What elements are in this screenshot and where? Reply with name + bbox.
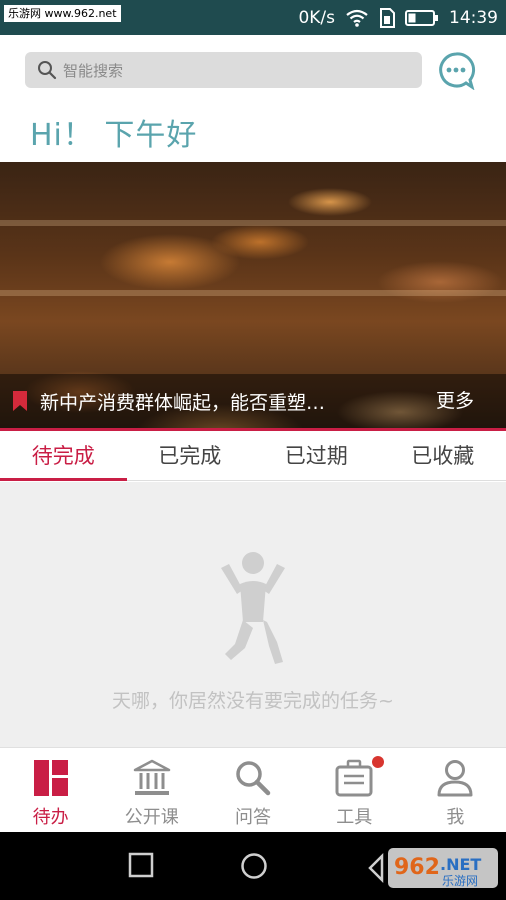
banner-image-detail <box>0 290 506 296</box>
cheering-person-icon <box>221 552 285 664</box>
toolbox-icon <box>335 759 373 797</box>
recent-apps-icon[interactable] <box>128 852 154 878</box>
watermark-number: 962 <box>394 855 440 880</box>
institution-icon <box>133 759 171 795</box>
battery-icon <box>405 9 438 26</box>
banner-image-detail <box>0 220 506 226</box>
sim-card-icon <box>380 7 395 28</box>
nav-me[interactable]: 我 <box>405 748 506 832</box>
status-indicators: 0K/s 14:39 <box>298 0 498 35</box>
task-tabs: 待完成 已完成 已过期 已收藏 <box>0 431 506 481</box>
nav-open-course[interactable]: 公开课 <box>101 748 202 832</box>
nav-label: 我 <box>446 807 465 828</box>
nav-label: 待办 <box>32 807 69 828</box>
nav-label: 问答 <box>235 807 271 828</box>
more-link[interactable]: 更多 <box>436 374 474 428</box>
chat-icon[interactable] <box>436 50 476 90</box>
tab-completed[interactable]: 已完成 <box>127 431 254 480</box>
watermark-name: 乐游网 <box>442 874 478 888</box>
system-navigation-bar: 962 .NET 乐游网 <box>0 832 506 900</box>
person-icon <box>437 760 473 797</box>
tab-favorites[interactable]: 已收藏 <box>380 431 506 480</box>
search-icon <box>38 61 57 80</box>
greeting-text: Hi！ 下午好 <box>30 118 198 153</box>
empty-state: 天哪，你居然没有要完成的任务~ <box>0 482 506 747</box>
todo-icon <box>33 760 68 796</box>
wifi-icon <box>346 9 368 27</box>
banner-carousel[interactable]: 新中产消费群体崛起，能否重塑… 更多 <box>0 162 506 428</box>
watermark-suffix: .NET <box>440 855 481 874</box>
notification-badge <box>371 756 384 768</box>
banner-title[interactable]: 新中产消费群体崛起，能否重塑… <box>40 388 375 415</box>
search-input[interactable]: 智能搜索 <box>25 52 422 88</box>
tab-expired[interactable]: 已过期 <box>253 431 380 480</box>
bookmark-icon <box>13 391 27 411</box>
nav-todo[interactable]: 待办 <box>0 748 101 832</box>
nav-label: 公开课 <box>124 807 179 828</box>
site-watermark-logo: 962 .NET 乐游网 <box>368 848 498 888</box>
nav-tools[interactable]: 工具 <box>304 748 405 832</box>
clock: 14:39 <box>449 7 498 28</box>
bottom-navigation: 待办 公开课 问答 工具 我 <box>0 747 506 832</box>
nav-qa[interactable]: 问答 <box>202 748 303 832</box>
search-icon <box>236 761 271 796</box>
watermark-label: 乐游网 www.962.net <box>4 5 121 22</box>
empty-message: 天哪，你居然没有要完成的任务~ <box>112 690 394 712</box>
search-placeholder: 智能搜索 <box>63 61 124 80</box>
home-icon[interactable] <box>240 852 268 880</box>
network-speed: 0K/s <box>298 7 335 28</box>
status-bar: 乐游网 www.962.net 0K/s 14:39 <box>0 0 506 35</box>
tab-pending[interactable]: 待完成 <box>0 431 127 481</box>
banner-caption: 新中产消费群体崛起，能否重塑… 更多 <box>0 374 506 428</box>
nav-label: 工具 <box>336 807 373 828</box>
